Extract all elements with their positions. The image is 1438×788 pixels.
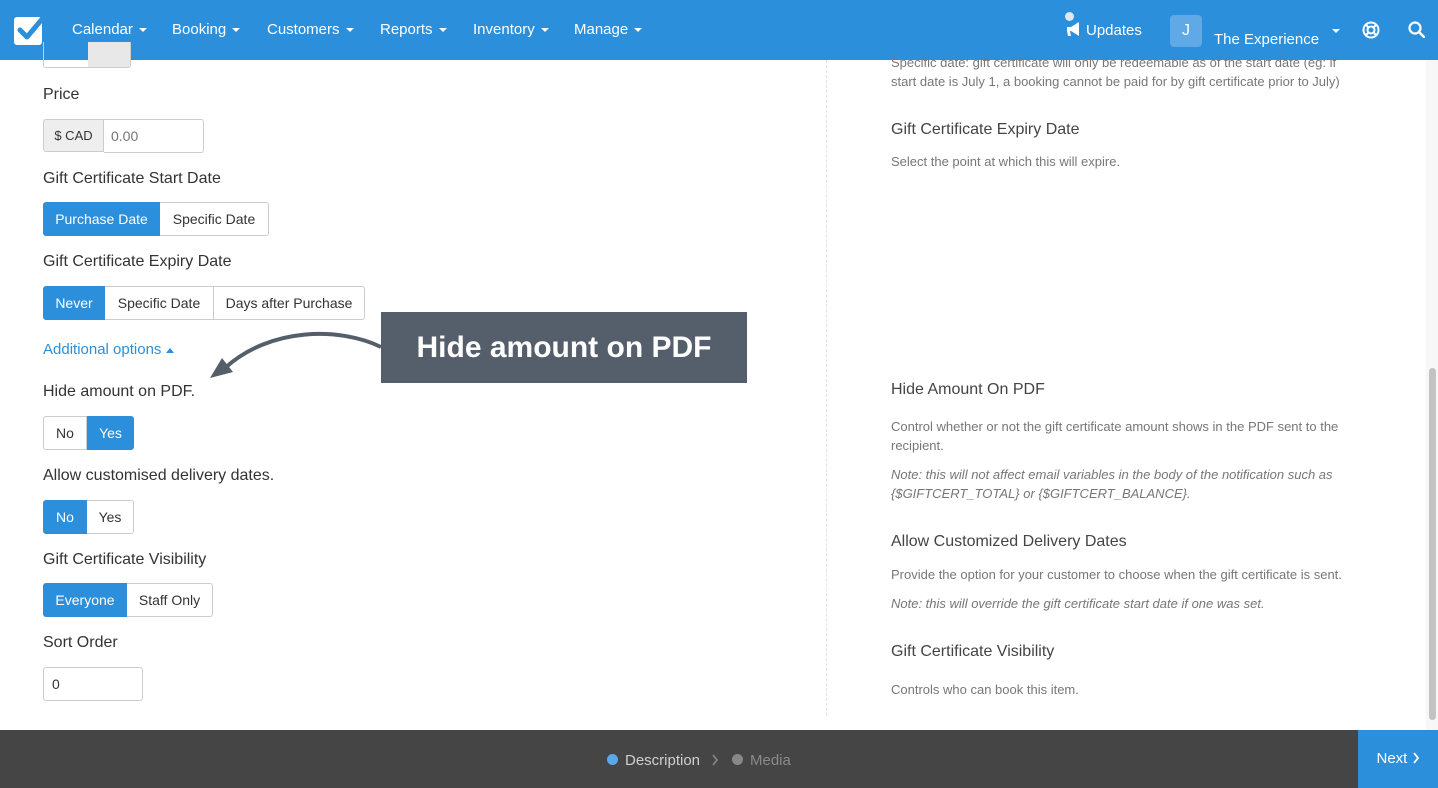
nav-calendar[interactable]: Calendar bbox=[72, 21, 147, 38]
custom-delivery-no-option[interactable]: No bbox=[43, 500, 87, 534]
step-description[interactable]: Description bbox=[625, 752, 700, 769]
visibility-help-title: Gift Certificate Visibility bbox=[891, 643, 1055, 660]
custom-delivery-yes-option[interactable]: Yes bbox=[87, 500, 134, 534]
price-input[interactable] bbox=[104, 119, 204, 153]
updates-label: Updates bbox=[1086, 22, 1142, 39]
top-navbar: Calendar Booking Customers Reports Inven… bbox=[0, 0, 1438, 60]
caret-down-icon bbox=[232, 28, 241, 33]
hide-amount-help-title: Hide Amount On PDF bbox=[891, 381, 1045, 398]
visibility-everyone-option[interactable]: Everyone bbox=[43, 583, 127, 617]
nav-reports-label: Reports bbox=[380, 21, 433, 38]
hide-amount-label: Hide amount on PDF. bbox=[43, 383, 196, 400]
delivery-help-title: Allow Customized Delivery Dates bbox=[891, 533, 1127, 550]
account-name[interactable]: The Experience bbox=[1214, 31, 1319, 48]
caret-down-icon bbox=[138, 28, 147, 33]
search-icon[interactable] bbox=[1408, 21, 1425, 38]
visibility-staff-only-option[interactable]: Staff Only bbox=[127, 583, 213, 617]
caret-up-icon bbox=[166, 347, 175, 353]
currency-addon: $ CAD bbox=[43, 119, 104, 152]
additional-options-toggle[interactable]: Additional options bbox=[43, 341, 175, 358]
expiry-help-text: Select the point at which this will expi… bbox=[891, 154, 1121, 169]
partial-field-above bbox=[43, 42, 131, 68]
hide-amount-help-text: Control whether or not the gift certific… bbox=[891, 419, 1339, 453]
account-caret-icon[interactable] bbox=[1332, 29, 1340, 33]
step-current-dot-icon bbox=[607, 754, 618, 765]
nav-customers[interactable]: Customers bbox=[267, 21, 354, 38]
megaphone-icon bbox=[1067, 22, 1079, 36]
hide-amount-yes-option[interactable]: Yes bbox=[87, 416, 134, 450]
nav-reports[interactable]: Reports bbox=[380, 21, 447, 38]
updates-button[interactable]: Updates bbox=[1066, 21, 1142, 39]
sort-order-label: Sort Order bbox=[43, 634, 118, 651]
nav-booking-label: Booking bbox=[172, 21, 227, 38]
scrollbar-thumb[interactable] bbox=[1429, 368, 1436, 720]
notification-dot bbox=[1065, 12, 1074, 21]
nav-calendar-label: Calendar bbox=[72, 21, 133, 38]
start-date-help-text: Specific date: gift certificate will onl… bbox=[891, 55, 1340, 89]
visibility-label: Gift Certificate Visibility bbox=[43, 551, 207, 568]
nav-manage-label: Manage bbox=[574, 21, 629, 38]
sort-order-input[interactable] bbox=[43, 667, 143, 701]
expiry-help-title: Gift Certificate Expiry Date bbox=[891, 121, 1080, 138]
caret-down-icon bbox=[540, 28, 549, 33]
delivery-help-note: Note: this will override the gift certif… bbox=[891, 596, 1265, 611]
custom-delivery-label: Allow customised delivery dates. bbox=[43, 467, 275, 484]
callout-arrow-icon bbox=[210, 331, 382, 378]
next-label: Next bbox=[1376, 750, 1408, 767]
nav-inventory[interactable]: Inventory bbox=[473, 21, 549, 38]
expiry-days-after-purchase-option[interactable]: Days after Purchase bbox=[214, 286, 365, 320]
expiry-specific-date-option[interactable]: Specific Date bbox=[105, 286, 214, 320]
checkbox-logo-icon[interactable] bbox=[13, 14, 45, 46]
nav-inventory-label: Inventory bbox=[473, 21, 535, 38]
start-date-specific-option[interactable]: Specific Date bbox=[160, 202, 269, 236]
additional-options-label: Additional options bbox=[43, 341, 162, 358]
price-label: Price bbox=[43, 86, 80, 103]
start-date-label: Gift Certificate Start Date bbox=[43, 170, 221, 187]
chevron-right-icon bbox=[712, 754, 719, 766]
hide-amount-no-option[interactable]: No bbox=[43, 416, 87, 450]
expiry-date-label: Gift Certificate Expiry Date bbox=[43, 253, 232, 270]
nav-customers-label: Customers bbox=[267, 21, 340, 38]
column-divider bbox=[826, 60, 827, 716]
start-date-purchase-option[interactable]: Purchase Date bbox=[43, 202, 160, 236]
caret-down-icon bbox=[345, 28, 354, 33]
avatar[interactable]: J bbox=[1170, 15, 1202, 47]
lifebuoy-help-icon[interactable] bbox=[1362, 21, 1380, 39]
caret-down-icon bbox=[438, 28, 447, 33]
next-button[interactable]: Next bbox=[1358, 730, 1438, 788]
chevron-right-icon bbox=[1412, 752, 1419, 764]
step-upcoming-dot-icon bbox=[732, 754, 743, 765]
caret-down-icon bbox=[634, 28, 643, 33]
expiry-never-option[interactable]: Never bbox=[43, 286, 105, 320]
step-media[interactable]: Media bbox=[750, 752, 791, 769]
wizard-footer bbox=[0, 730, 1438, 788]
delivery-help-text: Provide the option for your customer to … bbox=[891, 567, 1342, 582]
visibility-help-text: Controls who can book this item. bbox=[891, 682, 1079, 697]
nav-booking[interactable]: Booking bbox=[172, 21, 241, 38]
nav-manage[interactable]: Manage bbox=[574, 21, 643, 38]
hide-amount-callout: Hide amount on PDF bbox=[381, 312, 747, 383]
hide-amount-help-note: Note: this will not affect email variabl… bbox=[891, 467, 1333, 501]
